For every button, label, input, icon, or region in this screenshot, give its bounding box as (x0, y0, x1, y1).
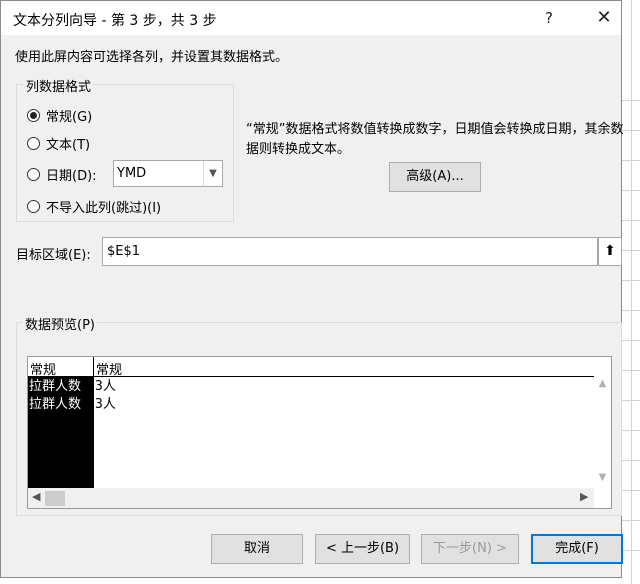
preview-header-row: 常规 常规 (28, 357, 594, 378)
radio-label: 常规(G) (46, 109, 93, 125)
radio-date[interactable]: 日期(D): (27, 164, 97, 184)
sheet-gridline (622, 520, 640, 521)
radio-label: 日期(D): (46, 168, 97, 184)
radio-button[interactable] (27, 136, 40, 150)
scroll-down-icon[interactable]: ▼ (594, 472, 611, 483)
advanced-button[interactable]: 高级(A)... (389, 162, 481, 192)
next-button[interactable]: 下一步(N) > (421, 534, 519, 564)
instruction-text: 使用此屏内容可选择各列，并设置其数据格式。 (15, 50, 289, 65)
dialog-title: 文本分列向导 - 第 3 步，共 3 步 (13, 13, 217, 29)
sheet-gridline (622, 310, 640, 311)
back-button[interactable]: < 上一步(B) (315, 534, 410, 564)
date-format-value: YMD (117, 166, 147, 181)
finish-button[interactable]: 完成(F) (531, 534, 623, 564)
format-description: “常规”数据格式将数值转换成数字，日期值会转换成日期，其余数据则转换成文本。 (246, 122, 624, 157)
data-preview-legend: 数据预览(P) (23, 314, 97, 333)
sheet-gridline (622, 400, 640, 401)
radio-button[interactable] (27, 167, 40, 181)
scroll-thumb[interactable] (45, 491, 65, 506)
radio-skip[interactable]: 不导入此列(跳过)(I) (27, 196, 161, 216)
radio-button[interactable] (27, 199, 40, 213)
sheet-gridline (622, 190, 640, 191)
destination-label: 目标区域(E): (16, 248, 91, 263)
vertical-scrollbar[interactable]: ▲ ▼ (594, 376, 611, 488)
sheet-gridline (622, 100, 640, 101)
preview-cell: 拉群人数 (29, 397, 82, 412)
sheet-gridline (622, 250, 640, 251)
radio-general[interactable]: 常规(G) (27, 105, 92, 125)
radio-label: 不导入此列(跳过)(I) (46, 200, 162, 216)
radio-text[interactable]: 文本(T) (27, 133, 90, 153)
sheet-gridline (622, 550, 640, 551)
column-divider[interactable] (93, 357, 94, 488)
preview-cell: 3人 (95, 379, 116, 394)
scroll-up-icon[interactable]: ▲ (594, 378, 611, 389)
scroll-left-icon[interactable]: ◀ (32, 490, 40, 503)
sheet-gridline (622, 340, 640, 341)
sheet-gridline (622, 220, 640, 221)
horizontal-scrollbar[interactable]: ◀ ▶ (28, 488, 594, 508)
title-bar[interactable]: 文本分列向导 - 第 3 步，共 3 步 ? ✕ (1, 1, 621, 35)
preview-cell: 3人 (95, 397, 116, 412)
radio-label: 文本(T) (46, 137, 91, 153)
preview-cell: 拉群人数 (29, 379, 82, 394)
collapse-dialog-icon[interactable]: ⬆ (598, 237, 622, 266)
preview-column-header[interactable]: 常规 (96, 359, 122, 378)
sheet-gridline (622, 490, 640, 491)
destination-input[interactable]: $E$1 (102, 237, 598, 266)
help-icon[interactable]: ? (531, 5, 567, 31)
radio-button-selected[interactable] (27, 108, 40, 122)
sheet-gridline (622, 460, 640, 461)
sheet-gridline (622, 130, 640, 131)
date-format-select[interactable]: YMD ▼ (113, 160, 223, 187)
sheet-gridline (631, 0, 632, 584)
sheet-gridline (622, 160, 640, 161)
data-preview-grid[interactable]: 常规 常规 拉群人数 3人 拉群人数 3人 ▲ ▼ ◀ ▶ (27, 356, 612, 509)
cancel-button[interactable]: 取消 (211, 534, 303, 564)
sheet-gridline (622, 370, 640, 371)
chevron-down-icon[interactable]: ▼ (203, 161, 222, 186)
scroll-right-icon[interactable]: ▶ (580, 490, 588, 503)
destination-value: $E$1 (107, 244, 141, 259)
column-format-legend: 列数据格式 (24, 76, 94, 95)
close-icon[interactable]: ✕ (586, 5, 622, 31)
sheet-gridline (622, 280, 640, 281)
sheet-gridline (622, 430, 640, 431)
